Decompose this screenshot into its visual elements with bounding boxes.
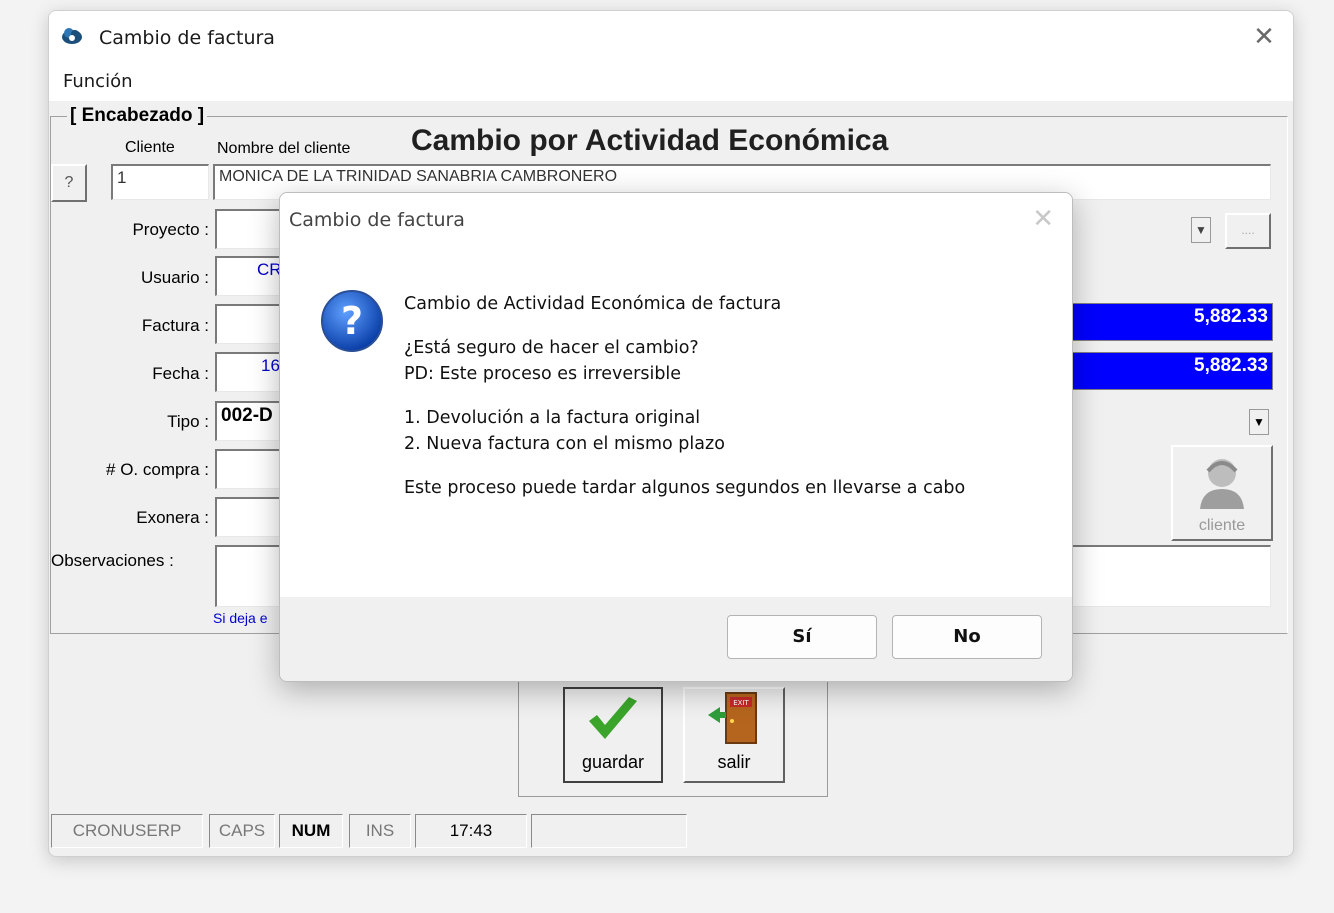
cliente-person-icon	[1200, 459, 1244, 509]
observaciones-textarea[interactable]	[215, 545, 287, 607]
title-bar: Cambio de factura ✕	[49, 11, 1293, 63]
exonera-label: Exonera :	[136, 508, 209, 527]
exit-door-icon: EXIT	[708, 692, 757, 744]
page-banner: Cambio por Actividad Económica	[411, 124, 889, 157]
dialog-line-3: PD: Este proceso es irreversible	[404, 364, 682, 384]
dialog-line-4: 1. Devolución a la factura original	[404, 408, 701, 428]
dialog-line-6: Este proceso puede tardar algunos segund…	[404, 478, 966, 498]
status-caps: CAPS	[209, 814, 275, 848]
total-field-1: 5,882.33	[1071, 303, 1273, 341]
status-empty	[531, 814, 687, 848]
dialog-message: Cambio de Actividad Económica de factura…	[404, 291, 1044, 501]
guardar-button[interactable]: guardar	[563, 687, 663, 783]
salir-label: salir	[717, 752, 751, 772]
svg-text:?: ?	[341, 299, 363, 343]
app-cloud-icon	[62, 28, 82, 44]
window-close-icon[interactable]: ✕	[1249, 21, 1279, 51]
fecha-label: Fecha :	[152, 364, 209, 383]
cliente-button-label: cliente	[1198, 517, 1246, 534]
usuario-label: Usuario :	[140, 268, 209, 287]
cliente-button[interactable]: cliente	[1171, 445, 1273, 541]
window-title: Cambio de factura	[99, 27, 275, 49]
orden-compra-label: # O. compra :	[106, 460, 209, 479]
total-field-2: 5,882.33	[1071, 352, 1273, 390]
dialog-close-icon[interactable]: ✕	[1032, 203, 1054, 234]
status-app: CRONUSERP	[51, 814, 203, 848]
status-time: 17:43	[415, 814, 527, 848]
tipo-select[interactable]: 002-D	[215, 401, 287, 441]
factura-input[interactable]	[215, 304, 287, 344]
observaciones-label: Observaciones :	[51, 551, 174, 570]
proyecto-input[interactable]	[215, 209, 287, 249]
fecha-input[interactable]: 16	[215, 352, 287, 392]
tipo-label: Tipo :	[167, 412, 209, 431]
header-legend: [ Encabezado ]	[67, 105, 208, 127]
proyecto-label: Proyecto :	[132, 220, 209, 239]
observaciones-textarea-right[interactable]	[1071, 545, 1271, 607]
cliente-lookup-button[interactable]: ?	[51, 164, 87, 202]
salir-button[interactable]: EXIT salir	[683, 687, 785, 783]
dialog-title: Cambio de factura	[289, 209, 465, 231]
yes-button[interactable]: Sí	[727, 615, 877, 659]
exonera-input[interactable]	[215, 497, 287, 537]
menu-bar: Función	[49, 63, 1293, 101]
confirm-dialog: Cambio de factura ✕ ? Cambio de Activida…	[279, 192, 1073, 682]
tipo-dropdown-icon[interactable]: ▼	[1249, 409, 1269, 435]
guardar-label: guardar	[581, 752, 645, 772]
check-icon	[589, 697, 637, 739]
cliente-input[interactable]: 1	[111, 164, 209, 200]
status-num: NUM	[279, 814, 343, 848]
proyecto-ellipsis-button[interactable]: ....	[1225, 213, 1271, 249]
dialog-footer: Sí No	[280, 597, 1072, 681]
nombre-cliente-label: Nombre del cliente	[217, 140, 351, 157]
cliente-label: Cliente	[125, 139, 175, 156]
status-ins: INS	[349, 814, 411, 848]
factura-label: Factura :	[141, 316, 209, 335]
dialog-line-1: Cambio de Actividad Económica de factura	[404, 294, 782, 314]
dialog-line-2: ¿Está seguro de hacer el cambio?	[404, 338, 699, 358]
orden-compra-input[interactable]	[215, 449, 287, 489]
svg-text:EXIT: EXIT	[733, 699, 749, 707]
status-bar: CRONUSERP CAPS NUM INS 17:43	[49, 812, 1293, 852]
dialog-line-5: 2. Nueva factura con el mismo plazo	[404, 434, 725, 454]
usuario-input[interactable]: CR	[215, 256, 287, 296]
proyecto-dropdown-icon[interactable]: ▼	[1191, 217, 1211, 243]
observaciones-hint: Si deja e	[213, 610, 268, 626]
question-icon: ?	[321, 290, 383, 352]
no-button[interactable]: No	[892, 615, 1042, 659]
menu-funcion[interactable]: Función	[63, 71, 133, 92]
